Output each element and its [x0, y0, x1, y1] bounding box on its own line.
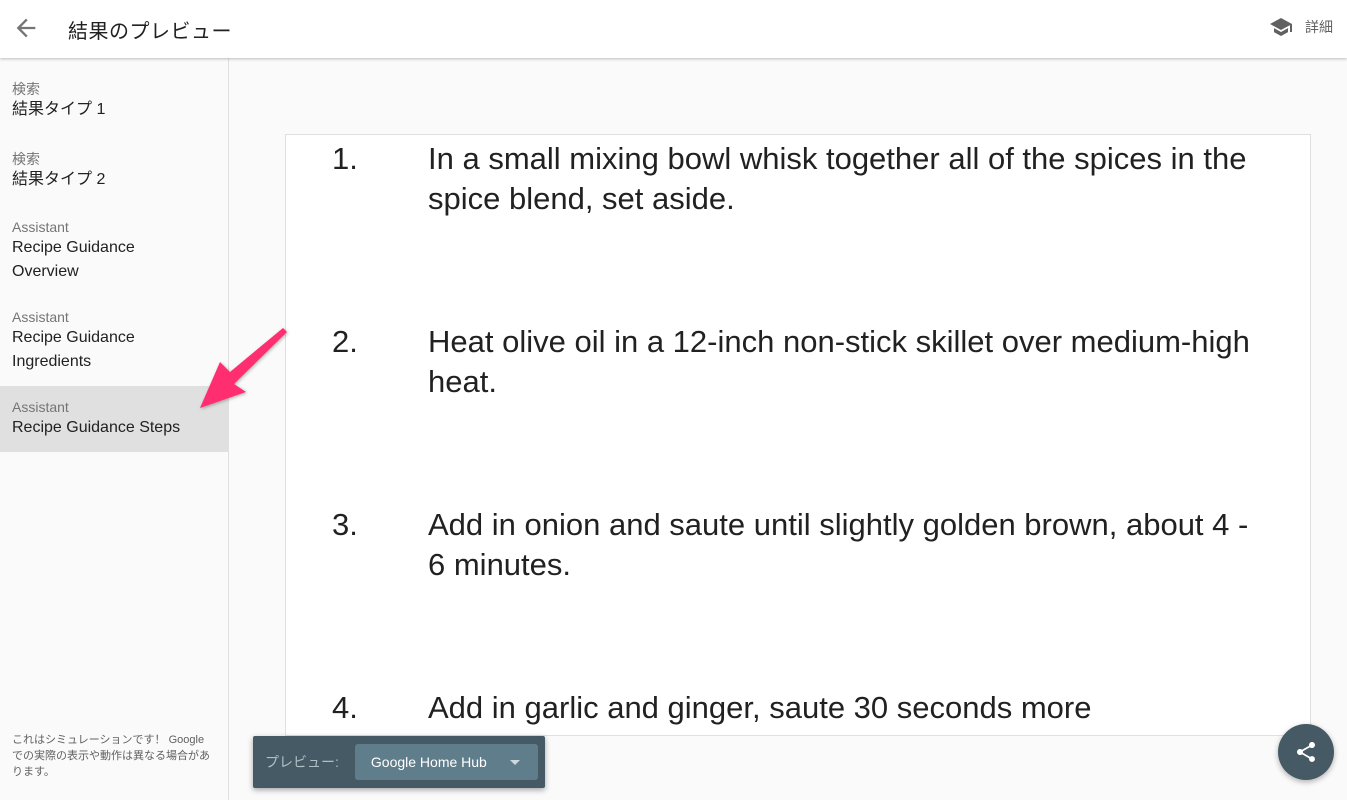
- sidebar-item-category: Assistant: [12, 399, 69, 415]
- school-icon: [1270, 18, 1292, 36]
- share-icon: [1297, 742, 1315, 762]
- preview-card[interactable]: 1. In a small mixing bowl whisk together…: [285, 134, 1311, 736]
- sidebar-item-recipe-overview[interactable]: Assistant Recipe Guidance Overview: [0, 218, 228, 308]
- details-label: 詳細: [1305, 19, 1333, 35]
- sidebar-item-recipe-ingredients[interactable]: Assistant Recipe Guidance Ingredients: [0, 308, 228, 386]
- step-item: 3. Add in onion and saute until slightly…: [332, 505, 1252, 585]
- sidebar-item-result-type-1[interactable]: 検索 結果タイプ 1: [0, 80, 228, 150]
- step-item: 1. In a small mixing bowl whisk together…: [332, 139, 1252, 219]
- sidebar-item-label: 結果タイプ 1: [12, 101, 106, 118]
- sidebar-item-category: 検索: [12, 81, 40, 97]
- sidebar-item-category: 検索: [12, 151, 40, 167]
- step-number: 3.: [332, 507, 358, 542]
- device-select-value: Google Home Hub: [370, 754, 487, 770]
- sidebar-item-recipe-steps[interactable]: Assistant Recipe Guidance Steps: [0, 386, 228, 452]
- preview-device-bar: プレビュー: Google Home Hub: [253, 736, 545, 788]
- sidebar: 検索 結果タイプ 1 検索 結果タイプ 2 Assistant Recipe G…: [0, 58, 229, 800]
- page-title: 結果のプレビュー: [68, 21, 232, 43]
- preview-label: プレビュー:: [265, 754, 339, 770]
- step-text: In a small mixing bowl whisk together al…: [428, 141, 1247, 216]
- sidebar-item-label: Recipe Guidance Steps: [12, 419, 181, 436]
- sidebar-item-category: Assistant: [12, 219, 69, 235]
- share-button[interactable]: [1278, 724, 1334, 780]
- step-number: 1.: [332, 141, 358, 176]
- top-app-bar: 結果のプレビュー 詳細: [0, 0, 1347, 58]
- sidebar-item-label: Recipe Guidance Ingredients: [12, 329, 135, 370]
- step-text: Add in garlic and ginger, saute 30 secon…: [428, 690, 1092, 725]
- details-button[interactable]: 詳細: [1269, 14, 1333, 40]
- sidebar-item-label: Recipe Guidance Overview: [12, 239, 135, 280]
- step-number: 4.: [332, 690, 358, 725]
- back-button[interactable]: [12, 14, 40, 42]
- dropdown-caret-icon: [509, 759, 520, 765]
- sidebar-item-category: Assistant: [12, 309, 69, 325]
- sidebar-item-label: 結果タイプ 2: [12, 171, 106, 188]
- device-select[interactable]: Google Home Hub: [354, 744, 538, 780]
- preview-area: 1. In a small mixing bowl whisk together…: [229, 58, 1347, 800]
- arrow-back-icon: [16, 18, 36, 38]
- sidebar-item-result-type-2[interactable]: 検索 結果タイプ 2: [0, 150, 228, 218]
- step-text: Add in onion and saute until slightly go…: [428, 507, 1249, 582]
- step-number: 2.: [332, 324, 358, 359]
- simulation-disclaimer: これはシミュレーションです！ Google での実際の表示や動作は異なる場合があ…: [12, 734, 210, 778]
- step-item: 4. Add in garlic and ginger, saute 30 se…: [332, 688, 1252, 728]
- step-item: 2. Heat olive oil in a 12-inch non-stick…: [332, 322, 1252, 402]
- step-text: Heat olive oil in a 12-inch non-stick sk…: [428, 324, 1250, 399]
